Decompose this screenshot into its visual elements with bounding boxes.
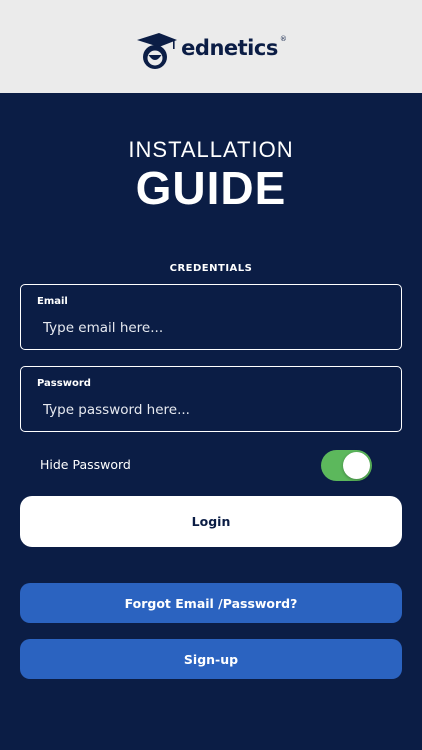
login-panel: INSTALLATION GUIDE CREDENTIALS Email Pas… — [0, 93, 422, 750]
hide-password-label: Hide Password — [40, 457, 131, 472]
brand-logo: ednetics ® — [135, 31, 287, 71]
password-field-box[interactable]: Password — [20, 366, 402, 432]
forgot-credentials-button[interactable]: Forgot Email /Password? — [20, 583, 402, 623]
brand-name: ednetics — [181, 35, 278, 60]
login-button[interactable]: Login — [20, 496, 402, 547]
owl-graduation-cap-icon — [137, 32, 178, 69]
registered-mark: ® — [279, 34, 287, 43]
password-input[interactable] — [43, 399, 373, 421]
credentials-heading: CREDENTIALS — [169, 263, 253, 274]
page-title-line2: GUIDE — [135, 162, 287, 214]
email-input[interactable] — [43, 317, 373, 339]
hide-password-row: Hide Password — [40, 448, 372, 482]
app-header: ednetics ® — [0, 0, 422, 93]
page-title-line1: INSTALLATION — [128, 137, 294, 162]
toggle-knob — [343, 452, 370, 479]
email-field-box[interactable]: Email — [20, 284, 402, 350]
password-label: Password — [37, 378, 91, 389]
signup-button[interactable]: Sign-up — [20, 639, 402, 679]
hide-password-toggle[interactable] — [321, 450, 372, 481]
email-label: Email — [37, 296, 68, 307]
